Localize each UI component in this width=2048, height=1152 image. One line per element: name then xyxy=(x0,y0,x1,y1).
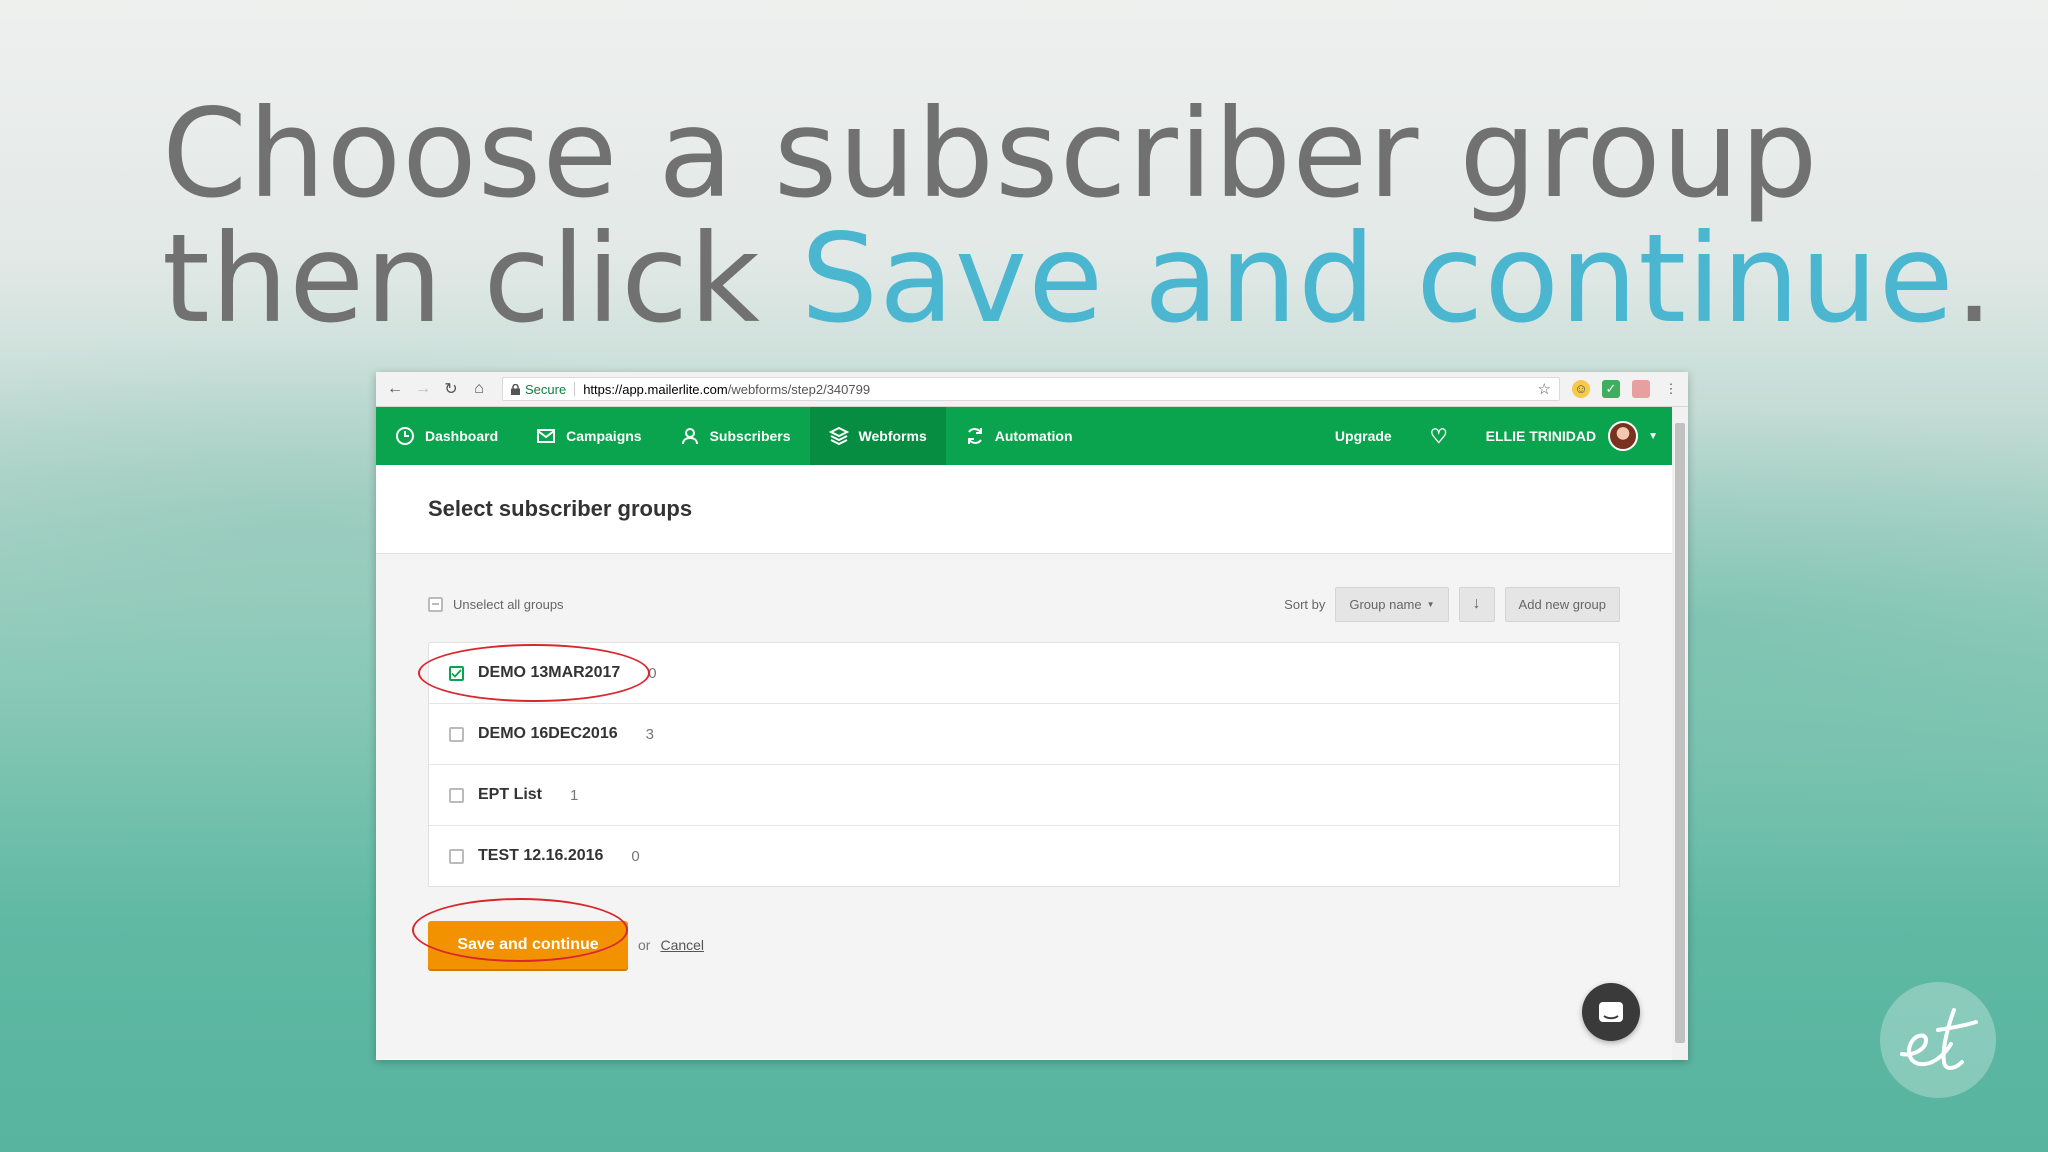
url-path: /webforms/step2/340799 xyxy=(727,381,871,397)
headline-period: . xyxy=(1954,208,1995,350)
group-checkbox[interactable] xyxy=(449,787,464,803)
group-count: 1 xyxy=(570,786,579,804)
page-scrollbar[interactable] xyxy=(1672,407,1688,1060)
emoji-extension-icon[interactable]: ☺ xyxy=(1572,380,1590,398)
page-content: Select subscriber groups Unselect all gr… xyxy=(376,465,1672,1059)
group-checkbox[interactable] xyxy=(449,726,464,742)
group-count: 3 xyxy=(645,725,654,743)
secure-indicator: Secure xyxy=(511,382,566,397)
group-name: TEST 12.16.2016 xyxy=(478,847,604,864)
add-new-group-button[interactable]: Add new group xyxy=(1504,586,1620,622)
extension-badge-icon[interactable]: ✓ xyxy=(1602,380,1620,398)
group-name: DEMO 16DEC2016 xyxy=(478,725,618,742)
url-text: https://app.mailerlite.com/webforms/step… xyxy=(583,382,1537,397)
group-checkbox[interactable] xyxy=(449,848,464,864)
nav-automation-label: Automation xyxy=(994,428,1073,444)
sort-dropdown[interactable]: Group name ▼ xyxy=(1335,586,1449,622)
user-icon xyxy=(681,428,698,445)
nav-webforms-label: Webforms xyxy=(858,428,927,444)
nav-dashboard[interactable]: Dashboard xyxy=(376,407,517,465)
nav-automation[interactable]: Automation xyxy=(946,407,1092,465)
group-name: EPT List xyxy=(478,786,543,803)
extension-color-icon[interactable] xyxy=(1632,380,1650,398)
sort-direction-button[interactable]: ↓ xyxy=(1458,586,1495,622)
slide-headline: Choose a subscriber group then click Sav… xyxy=(162,92,1995,342)
et-logo xyxy=(1880,982,1996,1098)
chat-widget-button[interactable] xyxy=(1582,983,1640,1041)
user-menu[interactable]: ELLIE TRINIDAD ▼ xyxy=(1467,407,1672,465)
group-count: 0 xyxy=(631,847,640,865)
browser-window: ← → ↻ ⌂ Secure https://app.mailerlite.co… xyxy=(376,372,1688,1060)
url-host: https://app.mailerlite.com xyxy=(583,381,728,397)
reload-icon[interactable]: ↻ xyxy=(440,379,462,399)
unselect-all-label[interactable]: Unselect all groups xyxy=(453,597,564,612)
nav-campaigns[interactable]: Campaigns xyxy=(517,407,660,465)
group-row[interactable]: DEMO 16DEC2016 3 xyxy=(429,704,1619,765)
sort-by-label: Sort by xyxy=(1284,596,1326,612)
groups-panel: Unselect all groups Sort by Group name ▼… xyxy=(376,554,1672,1059)
lock-icon xyxy=(511,383,520,395)
or-text: or xyxy=(638,937,651,953)
cancel-link[interactable]: Cancel xyxy=(660,937,704,953)
nav-webforms[interactable]: Webforms xyxy=(809,407,946,465)
headline-line-2: then click xyxy=(162,208,801,350)
et-monogram-icon xyxy=(1900,1008,1978,1070)
chat-icon xyxy=(1599,1002,1623,1022)
avatar xyxy=(1608,421,1639,451)
envelope-icon xyxy=(537,429,556,443)
url-field[interactable]: Secure https://app.mailerlite.com/webfor… xyxy=(502,377,1560,401)
app-navbar: Dashboard Campaigns Subscribers Webforms… xyxy=(376,407,1672,465)
unselect-all-checkbox[interactable] xyxy=(428,596,443,612)
highlight-circle-group xyxy=(418,644,650,702)
menu-kebab-icon[interactable]: ⋮ xyxy=(1662,380,1680,398)
page-title: Select subscriber groups xyxy=(376,465,1672,554)
group-row[interactable]: TEST 12.16.2016 0 xyxy=(429,826,1619,886)
nav-campaigns-label: Campaigns xyxy=(566,428,642,444)
group-row[interactable]: EPT List 1 xyxy=(429,765,1619,826)
caret-down-icon: ▼ xyxy=(1426,599,1435,609)
layers-icon xyxy=(828,426,849,446)
url-divider xyxy=(574,382,576,396)
highlight-circle-save xyxy=(412,898,628,962)
headline-line-1: Choose a subscriber group xyxy=(162,83,1819,225)
nav-right: Upgrade ♡ ELLIE TRINIDAD ▼ xyxy=(1316,407,1672,465)
forward-icon[interactable]: → xyxy=(412,380,434,398)
chevron-down-icon: ▼ xyxy=(1648,430,1658,442)
home-icon[interactable]: ⌂ xyxy=(468,380,490,398)
headline-accent: Save and continue xyxy=(800,208,1955,350)
upgrade-link[interactable]: Upgrade xyxy=(1316,407,1411,465)
nav-subscribers[interactable]: Subscribers xyxy=(661,407,810,465)
user-name: ELLIE TRINIDAD xyxy=(1485,428,1597,444)
scrollbar-thumb[interactable] xyxy=(1675,423,1685,1043)
nav-subscribers-label: Subscribers xyxy=(709,428,791,444)
bookmark-star-icon[interactable]: ☆ xyxy=(1538,380,1551,398)
heart-icon[interactable]: ♡ xyxy=(1411,407,1467,465)
arrow-down-icon: ↓ xyxy=(1472,595,1481,612)
clock-icon xyxy=(396,427,414,445)
back-icon[interactable]: ← xyxy=(384,380,406,398)
groups-toolbar: Unselect all groups Sort by Group name ▼… xyxy=(428,554,1620,624)
secure-label: Secure xyxy=(525,381,567,397)
nav-dashboard-label: Dashboard xyxy=(425,428,499,444)
address-bar: ← → ↻ ⌂ Secure https://app.mailerlite.co… xyxy=(376,372,1688,407)
refresh-icon xyxy=(967,428,982,444)
sort-value: Group name xyxy=(1349,596,1422,612)
